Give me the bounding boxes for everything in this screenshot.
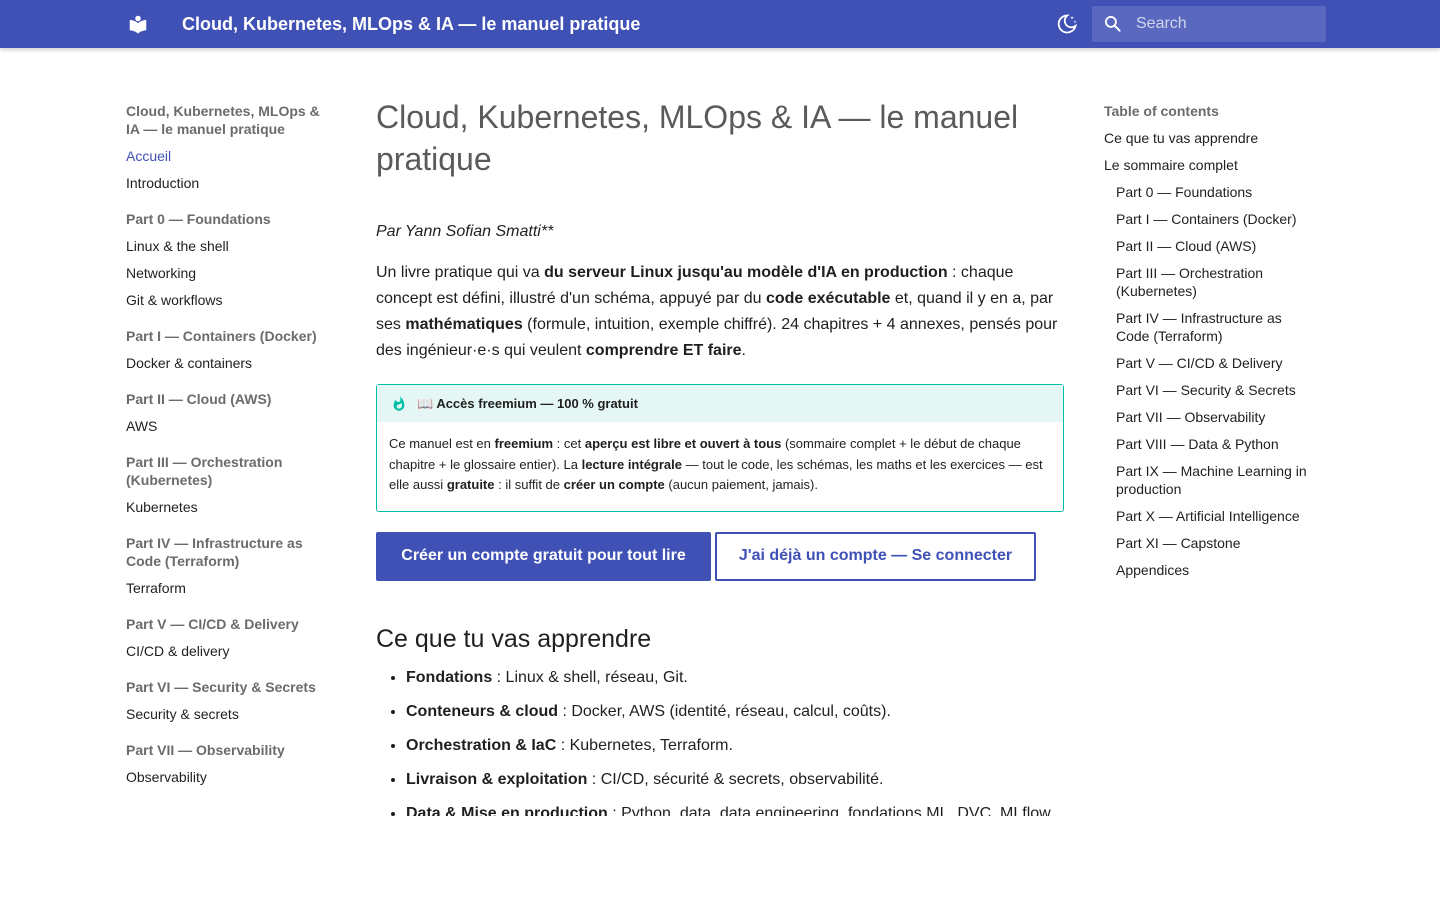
nav-link-docker[interactable]: Docker & containers: [126, 354, 336, 372]
intro-bold: comprendre ET faire: [585, 342, 742, 359]
nav-link-kubernetes[interactable]: Kubernetes: [126, 498, 336, 516]
admonition-bold: gratuite: [446, 477, 495, 492]
toc-link-sommaire[interactable]: Le sommaire complet: [1104, 156, 1310, 174]
list-item: Data & Mise en production : Python, data…: [406, 804, 1064, 817]
nav-link-git[interactable]: Git & workflows: [126, 291, 336, 309]
cta-row: Créer un compte gratuit pour tout lire J…: [376, 531, 1064, 581]
list-item-desc: : Python, data, data engineering, fondat…: [607, 804, 1055, 817]
nav-link-terraform[interactable]: Terraform: [126, 579, 336, 597]
main-content: Cloud, Kubernetes, MLOps & IA — le manue…: [376, 96, 1064, 816]
list-item-desc: : Docker, AWS (identité, réseau, calcul,…: [558, 702, 891, 720]
admonition-text: : il suffit de: [494, 477, 564, 492]
nav-section-part-3: Part III — Orchestration (Kubernetes): [126, 454, 283, 488]
nav-link-cicd[interactable]: CI/CD & delivery: [126, 642, 336, 660]
search-box[interactable]: [1092, 6, 1326, 42]
intro-text: .: [741, 342, 746, 359]
search-icon: [1105, 16, 1121, 32]
intro-bold: code exécutable: [765, 290, 891, 307]
admonition-bold: lecture intégrale: [581, 456, 683, 472]
toc-link-part-1[interactable]: Part I — Containers (Docker): [1104, 210, 1310, 228]
list-item: Orchestration & IaC : Kubernetes, Terraf…: [406, 736, 1064, 756]
author-byline: Par Yann Sofian Smatti**: [376, 223, 554, 240]
toc-link-part-7[interactable]: Part VII — Observability: [1104, 408, 1310, 426]
admonition-bold: aperçu est libre et ouvert à tous: [584, 436, 782, 451]
nav-link-aws[interactable]: AWS: [126, 417, 336, 435]
list-item-term: Fondations: [406, 668, 493, 686]
toc-link-part-11[interactable]: Part XI — Capstone: [1104, 534, 1310, 552]
nav-link-networking[interactable]: Networking: [126, 264, 336, 282]
list-item-desc: : CI/CD, sécurité & secrets, observabili…: [587, 770, 884, 788]
flame-icon: [393, 395, 405, 411]
section-title-learn: Ce que tu vas apprendre: [376, 624, 652, 653]
top-header: Cloud, Kubernetes, MLOps & IA — le manue…: [0, 0, 1440, 48]
list-item-term: Orchestration & IaC: [406, 736, 557, 754]
nav-title: Cloud, Kubernetes, MLOps & IA — le manue…: [126, 103, 320, 137]
nav-link-accueil[interactable]: Accueil: [126, 147, 336, 165]
nav-section-part-7: Part VII — Observability: [126, 742, 285, 758]
toc-link-part-4[interactable]: Part IV — Infrastructure as Code (Terraf…: [1104, 309, 1310, 345]
toc-link-part-2[interactable]: Part II — Cloud (AWS): [1104, 237, 1310, 255]
admonition-bold: créer un compte: [563, 477, 665, 492]
toc-link-appendices[interactable]: Appendices: [1104, 561, 1310, 579]
intro-bold: mathématiques: [405, 316, 523, 333]
toc-link-part-10[interactable]: Part X — Artificial Intelligence: [1104, 507, 1310, 525]
list-item-term: Livraison & exploitation: [406, 770, 588, 788]
admonition-bold: freemium: [494, 436, 554, 451]
admonition-header: 📖 Accès freemium — 100 % gratuit: [377, 385, 1063, 422]
search-input[interactable]: [1136, 6, 1316, 42]
primary-navigation: Cloud, Kubernetes, MLOps & IA — le manue…: [126, 100, 336, 786]
intro-bold: du serveur Linux jusqu'au modèle d'IA en…: [544, 264, 948, 281]
nav-section-part-2: Part II — Cloud (AWS): [126, 391, 272, 407]
moon-icon[interactable]: [1055, 12, 1079, 36]
admonition-text: : cet: [553, 436, 585, 451]
toc-link-learn[interactable]: Ce que tu vas apprendre: [1104, 129, 1310, 147]
admonition-body: Ce manuel est en freemium : cet aperçu e…: [377, 422, 1063, 511]
nav-section-part-5: Part V — CI/CD & Delivery: [126, 616, 299, 632]
login-button[interactable]: J'ai déjà un compte — Se connecter: [715, 531, 1036, 581]
intro-paragraph: Un livre pratique qui va du serveur Linu…: [376, 260, 1064, 364]
list-item-term: Conteneurs & cloud: [406, 702, 559, 720]
nav-section-part-6: Part VI — Security & Secrets: [126, 679, 316, 695]
toc-link-part-5[interactable]: Part V — CI/CD & Delivery: [1104, 354, 1310, 372]
nav-section-part-0: Part 0 — Foundations: [126, 211, 271, 227]
admonition-text: (aucun paiement, jamais).: [664, 477, 818, 492]
freemium-admonition: 📖 Accès freemium — 100 % gratuit Ce manu…: [376, 384, 1064, 512]
nav-link-linux[interactable]: Linux & the shell: [126, 237, 336, 255]
book-open-icon[interactable]: [126, 10, 150, 38]
nav-section-part-1: Part I — Containers (Docker): [126, 328, 317, 344]
list-item-term: Data & Mise en production: [406, 804, 608, 817]
list-item: Fondations : Linux & shell, réseau, Git.: [406, 668, 1064, 688]
nav-section-part-4: Part IV — Infrastructure as Code (Terraf…: [126, 535, 303, 569]
nav-link-security[interactable]: Security & secrets: [126, 705, 336, 723]
learn-list: Fondations : Linux & shell, réseau, Git.…: [376, 668, 1064, 817]
admonition-title: 📖 Accès freemium — 100 % gratuit: [417, 395, 638, 411]
list-item-desc: : Kubernetes, Terraform.: [556, 736, 733, 754]
create-account-button[interactable]: Créer un compte gratuit pour tout lire: [376, 531, 711, 581]
site-title[interactable]: Cloud, Kubernetes, MLOps & IA — le manue…: [182, 13, 640, 35]
toc-link-part-0[interactable]: Part 0 — Foundations: [1104, 183, 1310, 201]
list-item: Livraison & exploitation : CI/CD, sécuri…: [406, 770, 1064, 790]
list-item: Conteneurs & cloud : Docker, AWS (identi…: [406, 702, 1064, 722]
admonition-text: Ce manuel est en: [389, 436, 495, 451]
toc-link-part-9[interactable]: Part IX — Machine Learning in production: [1104, 462, 1310, 498]
list-item-desc: : Linux & shell, réseau, Git.: [492, 668, 688, 686]
toc-title: Table of contents: [1104, 103, 1219, 119]
nav-link-introduction[interactable]: Introduction: [126, 174, 336, 192]
toc-link-part-3[interactable]: Part III — Orchestration (Kubernetes): [1104, 264, 1310, 300]
toc-link-part-8[interactable]: Part VIII — Data & Python: [1104, 435, 1310, 453]
page-title: Cloud, Kubernetes, MLOps & IA — le manue…: [376, 99, 1019, 177]
toc-link-part-6[interactable]: Part VI — Security & Secrets: [1104, 381, 1310, 399]
table-of-contents: Table of contents Ce que tu vas apprendr…: [1104, 100, 1310, 579]
nav-link-observability[interactable]: Observability: [126, 768, 336, 786]
intro-text: Un livre pratique qui va: [376, 264, 545, 281]
